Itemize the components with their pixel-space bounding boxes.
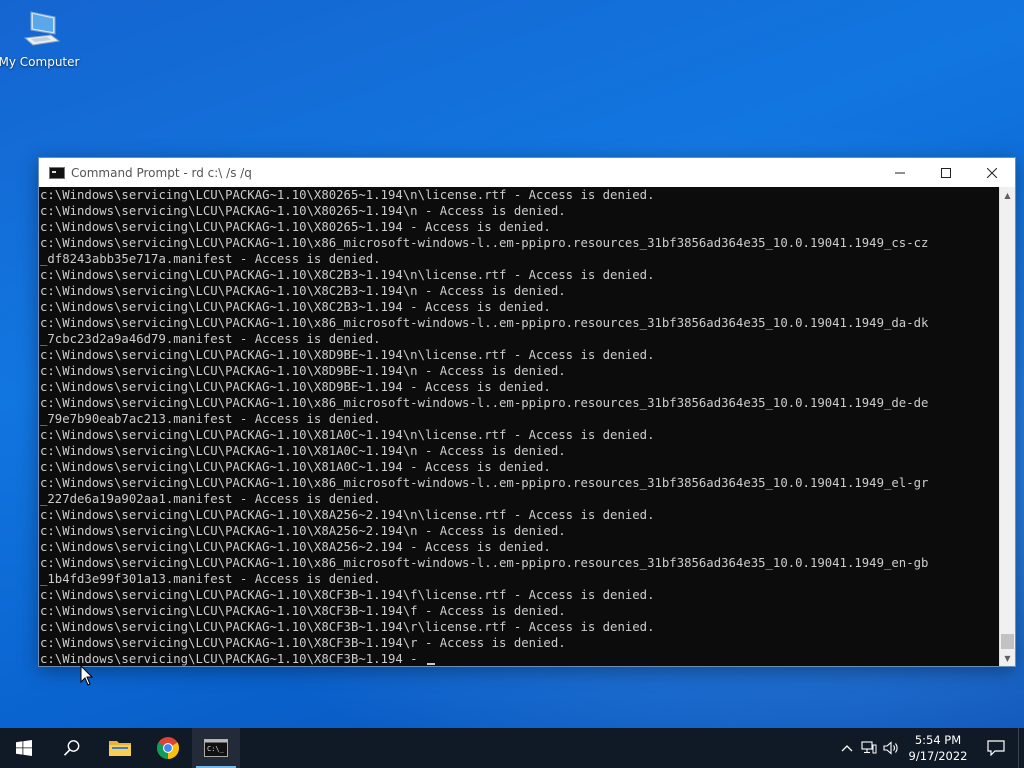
command-prompt-window[interactable]: Command Prompt - rd c:\ /s /q c:\Windows… — [38, 157, 1016, 667]
system-tray: 5:54 PM 9/17/2022 — [836, 728, 1024, 768]
console-line: c:\Windows\servicing\LCU\PACKAG~1.10\x86… — [40, 396, 929, 410]
console-line: c:\Windows\servicing\LCU\PACKAG~1.10\X8C… — [40, 604, 566, 618]
search-button[interactable] — [48, 728, 96, 768]
console-line: c:\Windows\servicing\LCU\PACKAG~1.10\x86… — [40, 316, 929, 330]
clock-date: 9/17/2022 — [908, 749, 968, 763]
mouse-pointer-icon — [80, 665, 94, 686]
scrollbar-thumb[interactable] — [1001, 634, 1014, 649]
chrome-button[interactable] — [144, 728, 192, 768]
file-explorer-button[interactable] — [96, 728, 144, 768]
console-line: c:\Windows\servicing\LCU\PACKAG~1.10\X8C… — [40, 636, 566, 650]
start-button[interactable] — [0, 728, 48, 768]
maximize-icon — [941, 167, 951, 178]
console-line: c:\Windows\servicing\LCU\PACKAG~1.10\X8C… — [40, 651, 999, 666]
console-line: c:\Windows\servicing\LCU\PACKAG~1.10\x86… — [40, 236, 929, 250]
command-prompt-taskbar-button[interactable]: C:\_ — [192, 728, 240, 768]
console-line: c:\Windows\servicing\LCU\PACKAG~1.10\X8C… — [40, 620, 655, 634]
notification-icon — [987, 740, 1005, 756]
volume-button[interactable] — [880, 728, 902, 768]
console-line: _1b4fd3e99f301a13.manifest - Access is d… — [40, 572, 381, 586]
console-line: _7cbc23d2a9a46d79.manifest - Access is d… — [40, 332, 381, 346]
close-button[interactable] — [969, 158, 1015, 187]
computer-icon — [23, 11, 61, 46]
console-line: c:\Windows\servicing\LCU\PACKAG~1.10\x86… — [40, 476, 929, 490]
console-line: c:\Windows\servicing\LCU\PACKAG~1.10\X8A… — [40, 508, 655, 522]
desktop-icon-my-computer[interactable]: My Computer — [0, 8, 80, 78]
console-line: c:\Windows\servicing\LCU\PACKAG~1.10\X8A… — [40, 540, 551, 554]
minimize-button[interactable] — [877, 158, 923, 187]
console-line: _79e7b90eab7ac213.manifest - Access is d… — [40, 412, 381, 426]
network-button[interactable] — [858, 728, 880, 768]
console-line: c:\Windows\servicing\LCU\PACKAG~1.10\X8C… — [40, 284, 566, 298]
close-icon — [987, 167, 997, 178]
console-line: c:\Windows\servicing\LCU\PACKAG~1.10\X81… — [40, 444, 566, 458]
svg-text:C:\_: C:\_ — [207, 745, 225, 753]
taskbar-clock[interactable]: 5:54 PM 9/17/2022 — [902, 732, 974, 764]
console-line: c:\Windows\servicing\LCU\PACKAG~1.10\X8A… — [40, 524, 566, 538]
windows-logo-icon — [16, 740, 32, 756]
desktop-icon-label: My Computer — [0, 55, 80, 69]
console-line: c:\Windows\servicing\LCU\PACKAG~1.10\X81… — [40, 460, 551, 474]
console-line: c:\Windows\servicing\LCU\PACKAG~1.10\X8C… — [40, 300, 551, 314]
console-line: c:\Windows\servicing\LCU\PACKAG~1.10\X8D… — [40, 364, 566, 378]
folder-icon — [109, 741, 131, 756]
scroll-down-arrow-icon[interactable]: ▼ — [1000, 650, 1015, 666]
volume-icon — [883, 741, 898, 755]
vertical-scrollbar[interactable]: ▲ ▼ — [999, 187, 1015, 666]
taskbar: C:\_ 5:54 PM 9/17/2022 — [0, 728, 1024, 768]
console-line: c:\Windows\servicing\LCU\PACKAG~1.10\X80… — [40, 188, 655, 202]
console-line: _df8243abb35e717a.manifest - Access is d… — [40, 252, 381, 266]
clock-time: 5:54 PM — [914, 733, 962, 747]
show-desktop-button[interactable] — [1018, 728, 1024, 768]
maximize-button[interactable] — [923, 158, 969, 187]
action-center-button[interactable] — [974, 728, 1018, 768]
console-line: c:\Windows\servicing\LCU\PACKAG~1.10\X8C… — [40, 588, 655, 602]
console-output[interactable]: c:\Windows\servicing\LCU\PACKAG~1.10\X80… — [39, 187, 999, 666]
chevron-up-icon — [841, 745, 853, 752]
show-hidden-icons-button[interactable] — [836, 728, 858, 768]
console-line: c:\Windows\servicing\LCU\PACKAG~1.10\X80… — [40, 204, 566, 218]
console-line: c:\Windows\servicing\LCU\PACKAG~1.10\X8C… — [40, 268, 655, 282]
console-line: _227de6a19a902aa1.manifest - Access is d… — [40, 492, 381, 506]
search-icon — [63, 740, 80, 756]
text-cursor — [426, 663, 435, 665]
console-line: c:\Windows\servicing\LCU\PACKAG~1.10\X8D… — [40, 380, 551, 394]
console-line: c:\Windows\servicing\LCU\PACKAG~1.10\X80… — [40, 220, 551, 234]
console-line: c:\Windows\servicing\LCU\PACKAG~1.10\x86… — [40, 556, 929, 570]
command-prompt-icon — [49, 166, 65, 179]
command-prompt-icon: C:\_ — [204, 739, 228, 757]
console-line: c:\Windows\servicing\LCU\PACKAG~1.10\X8D… — [40, 348, 655, 362]
chrome-icon — [157, 737, 179, 759]
minimize-icon — [895, 172, 905, 173]
window-titlebar[interactable]: Command Prompt - rd c:\ /s /q — [39, 158, 1015, 187]
console-line: c:\Windows\servicing\LCU\PACKAG~1.10\X81… — [40, 428, 655, 442]
window-title: Command Prompt - rd c:\ /s /q — [71, 165, 252, 180]
scroll-up-arrow-icon[interactable]: ▲ — [1000, 187, 1015, 203]
network-icon — [861, 741, 877, 754]
